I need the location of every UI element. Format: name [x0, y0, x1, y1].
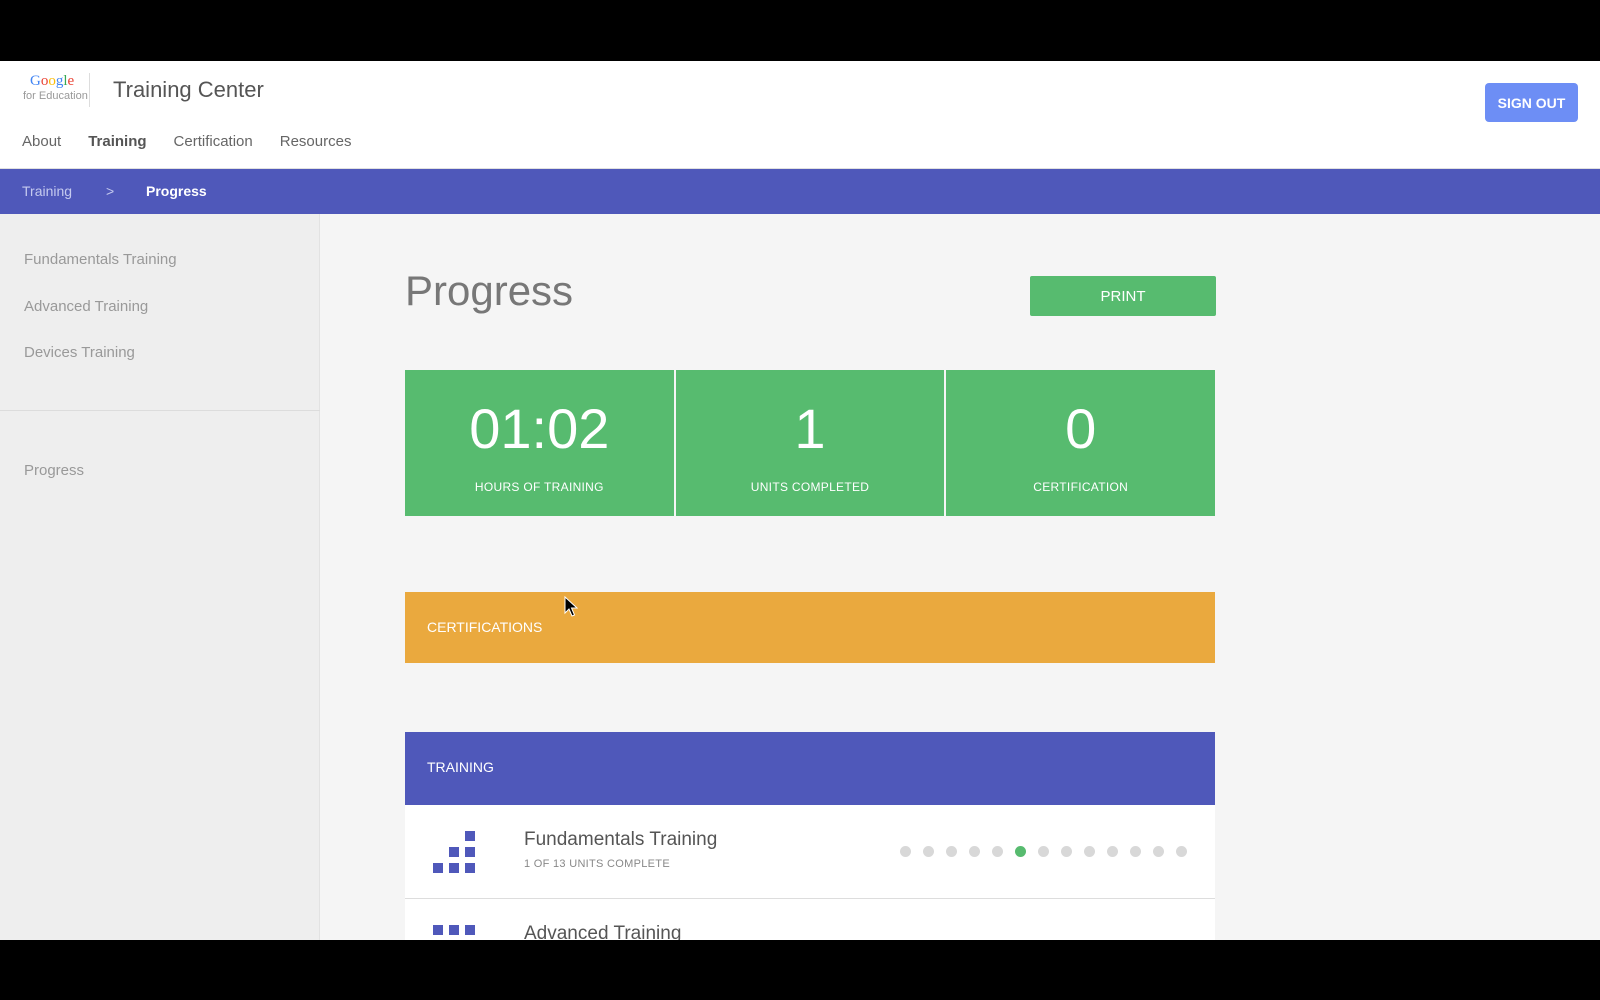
- unit-dot[interactable]: [1153, 846, 1164, 857]
- unit-dot[interactable]: [1038, 846, 1049, 857]
- unit-dot[interactable]: [969, 846, 980, 857]
- unit-dot[interactable]: [1130, 846, 1141, 857]
- sidebar-item-devices[interactable]: Devices Training: [24, 344, 135, 361]
- unit-dot[interactable]: [1107, 846, 1118, 857]
- stat-certification-label: CERTIFICATION: [1033, 480, 1129, 494]
- stat-certification-value: 0: [1065, 397, 1097, 460]
- training-center-app: Google for Education Training Center SIG…: [0, 61, 1600, 940]
- certifications-header[interactable]: CERTIFICATIONS: [405, 592, 1215, 663]
- blocks-grid-icon: [433, 925, 475, 935]
- sidebar-item-advanced[interactable]: Advanced Training: [24, 298, 148, 315]
- nav-training[interactable]: Training: [88, 133, 146, 150]
- unit-dot-completed[interactable]: [1015, 846, 1026, 857]
- training-label: TRAINING: [427, 759, 494, 775]
- unit-dot[interactable]: [946, 846, 957, 857]
- breadcrumb-current: Progress: [146, 183, 207, 199]
- stat-hours-label: HOURS OF TRAINING: [474, 480, 604, 494]
- nav-about[interactable]: About: [22, 133, 61, 150]
- sidebar-item-fundamentals[interactable]: Fundamentals Training: [24, 251, 177, 268]
- unit-dot[interactable]: [1176, 846, 1187, 857]
- logo-subtitle: for Education: [23, 90, 88, 102]
- google-wordmark: Google: [30, 73, 75, 89]
- unit-dot[interactable]: [900, 846, 911, 857]
- nav-resources[interactable]: Resources: [280, 133, 352, 150]
- sidebar-divider: [0, 410, 320, 411]
- page-title: Progress: [405, 267, 574, 314]
- unit-dot[interactable]: [1084, 846, 1095, 857]
- training-progress-text: 1 OF 13 UNITS COMPLETE: [524, 858, 670, 870]
- training-title: Advanced Training: [524, 923, 682, 940]
- site-header: Google for Education Training Center SIG…: [0, 61, 1600, 169]
- unit-dot[interactable]: [1061, 846, 1072, 857]
- stats-panel: 01:02 HOURS OF TRAINING 1 UNITS COMPLETE…: [405, 370, 1216, 516]
- mouse-cursor-icon: [564, 596, 578, 617]
- training-header[interactable]: TRAINING: [405, 732, 1215, 805]
- sign-out-button[interactable]: SIGN OUT: [1485, 83, 1578, 122]
- breadcrumb-training[interactable]: Training: [22, 183, 72, 199]
- nav-certification[interactable]: Certification: [174, 133, 253, 150]
- breadcrumb-separator: >: [106, 183, 115, 199]
- stat-certification: 0 CERTIFICATION: [946, 370, 1216, 516]
- print-button[interactable]: PRINT: [1030, 276, 1216, 316]
- stat-hours-value: 01:02: [469, 397, 610, 460]
- video-letterbox-top: [0, 0, 1600, 61]
- staircase-blocks-icon: [433, 831, 475, 873]
- app-title: Training Center: [113, 77, 264, 102]
- google-for-education-logo[interactable]: Google for Education: [22, 73, 90, 107]
- stat-hours: 01:02 HOURS OF TRAINING: [405, 370, 674, 516]
- sidebar-item-progress[interactable]: Progress: [24, 462, 84, 479]
- training-title: Fundamentals Training: [524, 829, 718, 850]
- stat-units-value: 1: [794, 397, 826, 460]
- unit-dot[interactable]: [992, 846, 1003, 857]
- stat-units: 1 UNITS COMPLETED: [675, 370, 945, 516]
- certifications-label: CERTIFICATIONS: [427, 619, 543, 635]
- top-nav: About Training Certification Resources: [22, 133, 351, 150]
- video-letterbox-bottom: [0, 940, 1600, 1000]
- training-row-fundamentals[interactable]: Fundamentals Training 1 OF 13 UNITS COMP…: [405, 805, 1215, 899]
- unit-dot[interactable]: [923, 846, 934, 857]
- sidebar: Fundamentals Training Advanced Training …: [0, 214, 320, 940]
- training-row-advanced[interactable]: Advanced Training: [405, 899, 1215, 940]
- unit-progress-dots: [900, 846, 1187, 857]
- stat-units-label: UNITS COMPLETED: [750, 480, 870, 494]
- breadcrumb: Training > Progress: [0, 169, 1600, 214]
